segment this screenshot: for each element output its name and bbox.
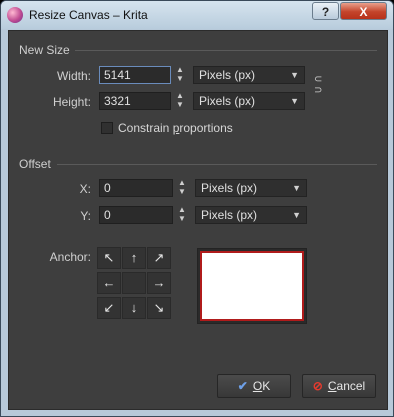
height-unit-select[interactable]: Pixels (px) ▼ [193, 92, 305, 110]
help-button[interactable]: ? [312, 2, 339, 20]
stepper-down-icon[interactable]: ▼ [174, 215, 190, 224]
y-offset-input[interactable]: 0 [99, 206, 173, 224]
ok-button[interactable]: ✔ OK [217, 374, 291, 398]
y-unit-select[interactable]: Pixels (px) ▼ [195, 206, 307, 224]
height-stepper[interactable]: ▲ ▼ [172, 92, 188, 110]
x-offset-stepper[interactable]: ▲ ▼ [174, 179, 190, 197]
y-label: Y: [80, 209, 91, 223]
stepper-down-icon[interactable]: ▼ [174, 188, 190, 197]
x-offset-input[interactable]: 0 [99, 179, 173, 197]
x-unit-value: Pixels (px) [201, 181, 258, 195]
height-unit-value: Pixels (px) [199, 94, 256, 108]
window-title: Resize Canvas – Krita [29, 8, 148, 22]
title-bar[interactable]: Resize Canvas – Krita ? X [1, 1, 393, 29]
anchor-bottom-button[interactable]: ↓ [122, 297, 146, 319]
y-unit-value: Pixels (px) [201, 208, 258, 222]
width-stepper[interactable]: ▲ ▼ [172, 66, 188, 84]
width-unit-select[interactable]: Pixels (px) ▼ [193, 66, 305, 84]
divider [57, 164, 377, 165]
checkmark-icon: ✔ [237, 379, 248, 393]
chevron-down-icon: ▼ [292, 210, 301, 220]
constrain-proportions-checkbox[interactable] [101, 122, 113, 134]
x-unit-select[interactable]: Pixels (px) ▼ [195, 179, 307, 197]
anchor-bottom-left-button[interactable]: ↙ [97, 297, 121, 319]
anchor-right-button[interactable]: → [147, 272, 171, 294]
anchor-left-button[interactable]: ← [97, 272, 121, 294]
width-label: Width: [56, 69, 91, 83]
anchor-label: Anchor: [49, 250, 91, 264]
cancel-icon: ⊘ [312, 379, 323, 393]
stepper-down-icon[interactable]: ▼ [172, 101, 188, 110]
x-label: X: [79, 182, 91, 196]
krita-icon [7, 7, 23, 23]
close-button[interactable]: X [340, 2, 387, 20]
height-label: Height: [52, 95, 91, 109]
offset-section-label: Offset [19, 157, 51, 171]
canvas-preview [200, 251, 304, 321]
chevron-down-icon: ▼ [292, 183, 301, 193]
divider [75, 50, 377, 51]
new-size-section-label: New Size [19, 43, 70, 57]
anchor-top-right-button[interactable]: ↗ [147, 247, 171, 269]
anchor-top-button[interactable]: ↑ [122, 247, 146, 269]
anchor-top-left-button[interactable]: ↖ [97, 247, 121, 269]
resize-canvas-dialog: Resize Canvas – Krita ? X New Size Width… [0, 0, 394, 417]
height-input[interactable]: 3321 [99, 92, 171, 110]
anchor-center-button[interactable] [122, 272, 146, 294]
canvas-preview-frame [197, 248, 307, 324]
y-offset-stepper[interactable]: ▲ ▼ [174, 206, 190, 224]
width-unit-value: Pixels (px) [199, 68, 256, 82]
aspect-chain-icon[interactable]: ⊂ ⊃ [314, 74, 322, 98]
width-input[interactable]: 5141 [99, 66, 171, 84]
cancel-button[interactable]: ⊘ Cancel [302, 374, 376, 398]
stepper-down-icon[interactable]: ▼ [172, 75, 188, 84]
dialog-body: New Size Width: 5141 ▲ ▼ Pixels (px) ▼ H… [8, 30, 388, 410]
chevron-down-icon: ▼ [290, 96, 299, 106]
anchor-bottom-right-button[interactable]: ↘ [147, 297, 171, 319]
anchor-grid: ↖ ↑ ↗ ← → ↙ ↓ ↘ [97, 247, 173, 319]
chevron-down-icon: ▼ [290, 70, 299, 80]
constrain-proportions-label[interactable]: Constrain proportions [118, 121, 233, 135]
